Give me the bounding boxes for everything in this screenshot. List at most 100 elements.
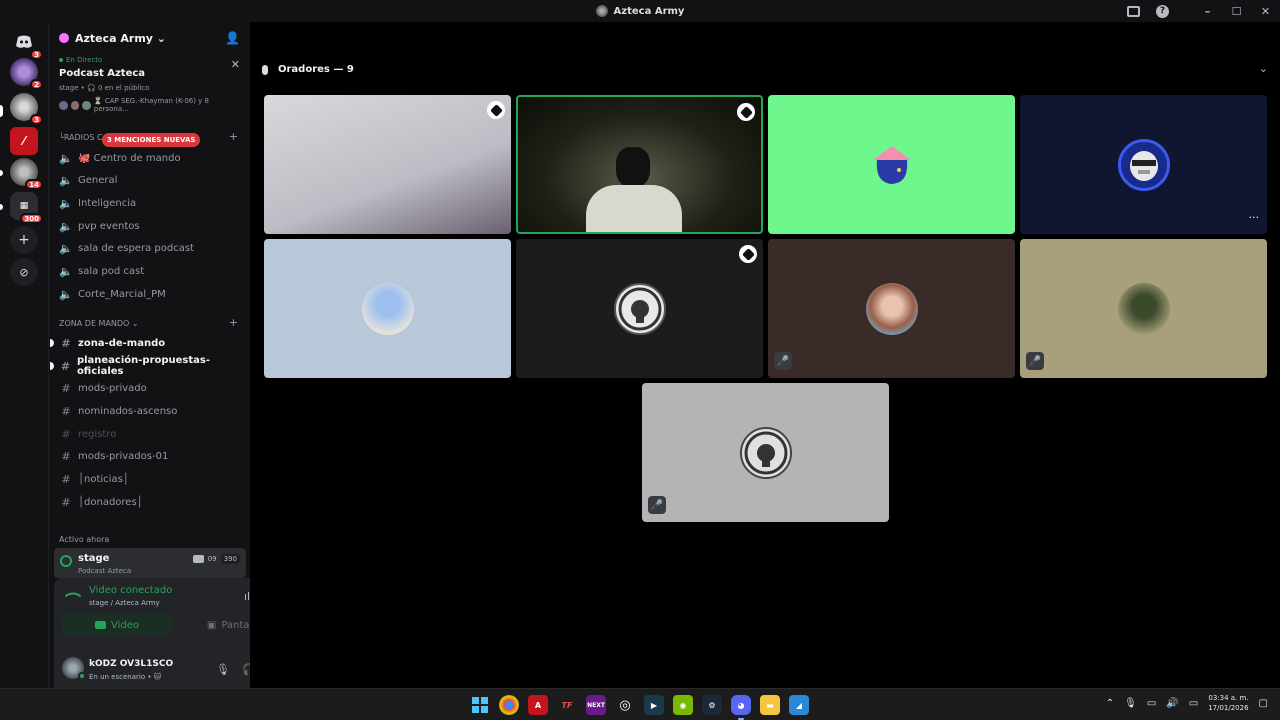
voice-location[interactable]: stage / Azteca Army <box>89 599 160 607</box>
close-live-card-icon[interactable]: ✕ <box>231 58 240 71</box>
stage-sub: Podcast Azteca <box>78 567 132 575</box>
unread-badge: 14 <box>25 179 43 190</box>
category-radios[interactable]: └RADIOS C <box>59 133 103 142</box>
new-mentions-pill[interactable]: 3 MENCIONES NUEVAS <box>102 133 201 147</box>
camera-icon <box>94 621 106 629</box>
minimize-button[interactable]: – <box>1193 0 1222 22</box>
avatar <box>867 142 917 188</box>
user-status: En un escenario • 🐱 <box>89 673 161 681</box>
direct-messages-button[interactable]: 3 <box>10 28 43 60</box>
speaker-tile-2[interactable] <box>516 95 763 234</box>
voice-channel-pvp-eventos[interactable]: 🔈 pvp eventos <box>59 216 243 236</box>
server-icon-1[interactable]: 2 <box>10 58 43 90</box>
volume-icon[interactable]: 🔊 <box>1166 698 1178 709</box>
app-icon-terminal[interactable]: ▶ <box>644 695 664 715</box>
unread-badge: 2 <box>30 79 43 90</box>
voice-channel-sala-pod-cast[interactable]: 🔈 sala pod cast <box>59 261 243 281</box>
speaker-tile-7[interactable]: 🎤 <box>768 239 1015 378</box>
server-folder[interactable]: ▦ 300 <box>10 192 43 224</box>
text-channel-nominados-ascenso[interactable]: # nominados-ascenso <box>59 401 243 421</box>
more-options-icon[interactable]: ··· <box>1249 211 1260 224</box>
chevron-down-icon[interactable]: ⌄ <box>1259 62 1268 75</box>
screen-icon: ▣ <box>206 619 217 631</box>
text-channel-zona-de-mando[interactable]: # zona-de-mando <box>50 333 243 353</box>
voice-channel-centro-de-mando[interactable]: 🔈 🐙 Centro de mando <box>59 148 243 168</box>
unread-badge: 300 <box>20 213 43 224</box>
active-stage-row[interactable]: stage Podcast Azteca 09 390 <box>54 548 246 578</box>
speaker-tile-4[interactable]: ··· <box>1020 95 1267 234</box>
steam-icon[interactable]: ⚙ <box>702 695 722 715</box>
discord-taskbar-icon[interactable]: ◕ <box>731 695 751 720</box>
avatar <box>865 282 918 335</box>
voice-channel-inteligencia[interactable]: 🔈 Inteligencia <box>59 193 243 213</box>
app-icon-next[interactable]: NEXT <box>586 695 606 715</box>
speaker-tile-1[interactable] <box>264 95 511 234</box>
speaker-icon: 🔈 <box>59 173 73 187</box>
file-explorer-icon[interactable]: ▬ <box>760 695 780 715</box>
live-stage-card[interactable]: En Directo Podcast Azteca stage • 🎧 0 en… <box>49 54 250 115</box>
text-channel-noticias[interactable]: # │noticias│ <box>59 469 243 489</box>
text-channel-mods-privado[interactable]: # mods-privado <box>59 378 243 398</box>
server-header[interactable]: Azteca Army ⌄ 👤 <box>49 22 250 54</box>
voice-channel-corte-marcial[interactable]: 🔈 Corte_Marcial_PM <box>59 284 243 304</box>
voice-channel-general[interactable]: 🔈 General <box>59 170 243 190</box>
text-channel-mods-privados-01[interactable]: # mods-privados-01 <box>59 446 243 466</box>
app-icon-red[interactable]: A <box>528 695 548 715</box>
nvidia-icon[interactable]: ◉ <box>673 695 693 715</box>
add-server-icon[interactable]: + <box>10 226 38 254</box>
speaker-tile-9[interactable]: 🎤 <box>642 383 889 522</box>
inbox-icon[interactable] <box>1119 0 1148 22</box>
webcam-person <box>616 147 650 187</box>
speaker-tile-5[interactable] <box>264 239 511 378</box>
server-icon-3[interactable]: ⁄ <box>10 127 38 155</box>
maximize-button[interactable]: ☐ <box>1222 0 1251 22</box>
notification-icon[interactable]: ▢ <box>1259 698 1268 709</box>
app-icon-circle[interactable]: ◎ <box>615 695 635 715</box>
username[interactable]: kODZ OV3L1SCO <box>89 659 173 669</box>
system-tray: ⌃ 🎙 ▭ 🔊 ▭ 03:34 a. m. 17/01/2026 ▢ <box>1106 693 1268 713</box>
voice-channel-sala-de-espera[interactable]: 🔈 sala de espera podcast <box>59 238 243 258</box>
muted-mic-icon: 🎤 <box>774 352 792 370</box>
muted-mic-icon: 🎤 <box>1026 352 1044 370</box>
server-icon-4[interactable]: 14 <box>10 158 43 190</box>
chevron-up-icon[interactable]: ⌃ <box>1106 698 1114 709</box>
invite-people-icon[interactable]: 👤 <box>225 31 240 45</box>
add-channel-icon[interactable]: + <box>229 316 238 329</box>
app-icon-blue[interactable]: ◢ <box>789 695 809 715</box>
help-icon[interactable]: ? <box>1148 0 1177 22</box>
speakers-header: Oradores — 9 <box>262 64 354 75</box>
microphone-icon[interactable]: 🎙 <box>1124 698 1137 709</box>
voice-status[interactable]: Video conectado <box>89 585 172 596</box>
server-icon-azteca-army[interactable]: 3 <box>10 93 43 125</box>
chrome-icon[interactable] <box>499 695 519 715</box>
add-channel-icon[interactable]: + <box>229 130 238 143</box>
discover-icon[interactable]: ⊘ <box>10 258 38 286</box>
speaker-tile-3[interactable] <box>768 95 1015 234</box>
speaker-tile-8[interactable]: 🎤 <box>1020 239 1267 378</box>
clock[interactable]: 03:34 a. m. 17/01/2026 <box>1208 693 1248 713</box>
hash-icon: # <box>61 404 71 418</box>
avatar <box>1117 282 1170 335</box>
avatar <box>613 282 666 335</box>
moderator-icon <box>737 103 755 121</box>
close-button[interactable]: ✕ <box>1251 0 1280 22</box>
microphone-icon[interactable]: 🎙 <box>216 663 230 676</box>
avatar <box>1117 138 1170 191</box>
video-button[interactable]: Video <box>62 614 172 636</box>
network-icon[interactable]: ▭ <box>1147 698 1156 709</box>
text-channel-donadores[interactable]: # │donadores│ <box>59 492 243 512</box>
speaker-icon: 🔈 <box>59 219 73 233</box>
active-now-heading: Activo ahora <box>59 535 110 544</box>
windows-start-icon[interactable] <box>470 695 490 715</box>
server-name: Azteca Army ⌄ <box>75 31 167 45</box>
text-channel-planeacion[interactable]: # planeación-propuestas-oficiales <box>50 355 243 377</box>
app-icon-tf[interactable]: TF <box>557 695 577 715</box>
moderator-icon <box>487 101 505 119</box>
text-channel-registro[interactable]: # registro <box>59 424 243 444</box>
speaker-tile-6[interactable] <box>516 239 763 378</box>
discord-logo-icon <box>16 35 32 48</box>
battery-icon[interactable]: ▭ <box>1189 698 1198 709</box>
category-zona-de-mando[interactable]: ZONA DE MANDO ⌄ <box>59 319 139 328</box>
hash-icon: # <box>61 427 71 441</box>
muted-mic-icon: 🎤 <box>648 496 666 514</box>
